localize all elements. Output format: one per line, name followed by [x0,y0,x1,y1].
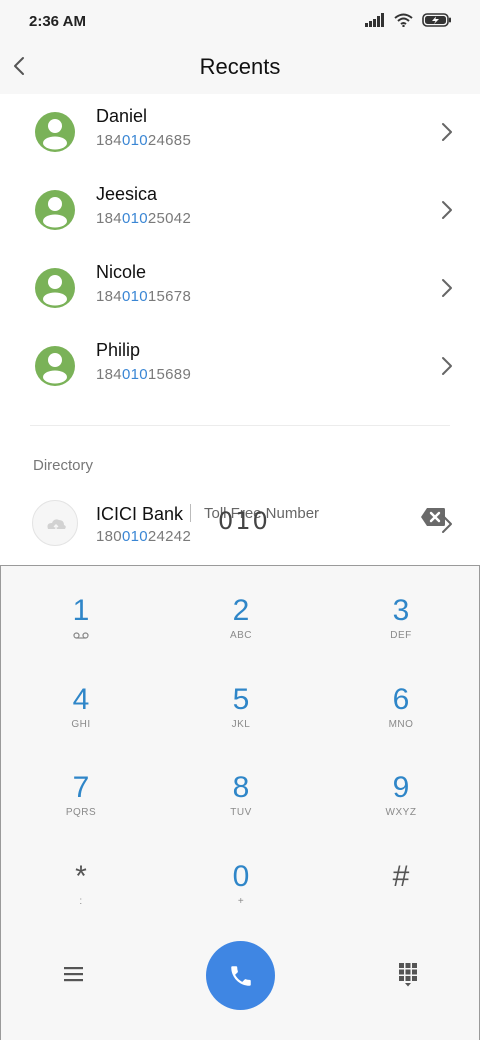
chevron-right-icon[interactable] [440,355,454,377]
key-letters: TUV [230,807,252,818]
contact-row[interactable]: Daniel 18401024685 [0,94,480,172]
wifi-icon [394,13,413,27]
person-icon [43,275,67,306]
header: Recents [0,44,480,94]
avatar [35,112,75,152]
key-letters: ABC [229,630,253,641]
directory-avatar [32,500,78,546]
keypad-icon [399,963,417,987]
key-star[interactable]: * : [1,832,161,920]
key-letters: JKL [231,719,251,730]
contact-row[interactable]: Jeesica 18401025042 [0,172,480,250]
status-time: 2:36 AM [29,13,86,30]
key-digit: 2 [232,594,250,627]
separator [190,504,191,522]
status-bar: 2:36 AM [0,0,480,44]
key-letters: PQRS [65,807,97,818]
key-letters: MNO [388,719,414,730]
key-7[interactable]: 7 PQRS [1,743,161,831]
directory-row[interactable]: ICICI Bank Toll Free Number 18001024242 … [0,495,480,565]
key-letters: + [237,896,245,907]
directory-number: 18001024242 [96,528,192,545]
key-0[interactable]: 0 + [161,832,321,920]
page-title: Recents [199,54,281,79]
key-2[interactable]: 2 ABC [161,566,321,654]
voicemail-icon [73,632,89,639]
key-3[interactable]: 3 DEF [321,566,480,654]
key-digit: 5 [232,683,250,716]
contact-number: 18401015678 [96,288,192,305]
status-icons [365,13,452,27]
key-letters: DEF [390,630,412,641]
battery-icon [422,13,451,27]
dialpad: 1 2 ABC 3 DEF 4 GHI 5 JKL 6 MNO 7 PQRS 8… [0,565,480,1040]
key-digit: # [392,860,410,893]
cloud-icon [47,519,66,530]
key-digit: 9 [392,771,410,804]
chevron-right-icon[interactable] [440,199,454,221]
contact-number: 18401015689 [96,366,192,383]
menu-icon [64,967,83,982]
key-digit: * [75,860,87,893]
signal-icon [365,13,384,27]
contact-name: Daniel [96,106,148,126]
chevron-right-icon[interactable] [440,121,454,143]
chevron-right-icon[interactable] [440,277,454,299]
key-letters: WXYZ [385,807,417,818]
contact-name: Philip [96,340,141,360]
key-digit: 0 [232,860,250,893]
chevron-right-icon[interactable] [440,513,454,535]
key-8[interactable]: 8 TUV [161,743,321,831]
keypad-toggle-button[interactable] [397,962,419,988]
person-icon [43,197,67,228]
divider [30,425,450,426]
key-5[interactable]: 5 JKL [161,655,321,743]
person-icon [43,119,67,150]
key-4[interactable]: 4 GHI [1,655,161,743]
contact-row[interactable]: Nicole 18401015678 [0,250,480,328]
key-1[interactable]: 1 [1,566,161,654]
key-digit: 4 [72,683,90,716]
key-9[interactable]: 9 WXYZ [321,743,480,831]
person-icon [43,353,67,384]
key-digit: 7 [72,771,90,804]
menu-button[interactable] [63,964,85,984]
contact-name: Jeesica [96,184,158,204]
contact-name: Nicole [96,262,147,282]
avatar [35,346,75,386]
key-digit: 6 [392,683,410,716]
key-digit: 3 [392,594,410,627]
call-button[interactable] [206,941,275,1010]
key-6[interactable]: 6 MNO [321,655,480,743]
contact-row[interactable]: Philip 18401015689 [0,328,480,406]
key-letters: GHI [71,719,91,730]
key-letters: : [79,896,83,907]
directory-name: ICICI Bank [96,504,184,524]
avatar [35,190,75,230]
key-digit: 1 [72,594,90,627]
dialed-number-display: 010 [218,507,270,535]
contact-number: 18401024685 [96,132,192,149]
key-digit: 8 [232,771,250,804]
section-label-directory: Directory [33,457,94,474]
phone-icon [230,965,251,986]
contact-number: 18401025042 [96,210,192,227]
key-hash[interactable]: # [321,832,480,920]
avatar [35,268,75,308]
